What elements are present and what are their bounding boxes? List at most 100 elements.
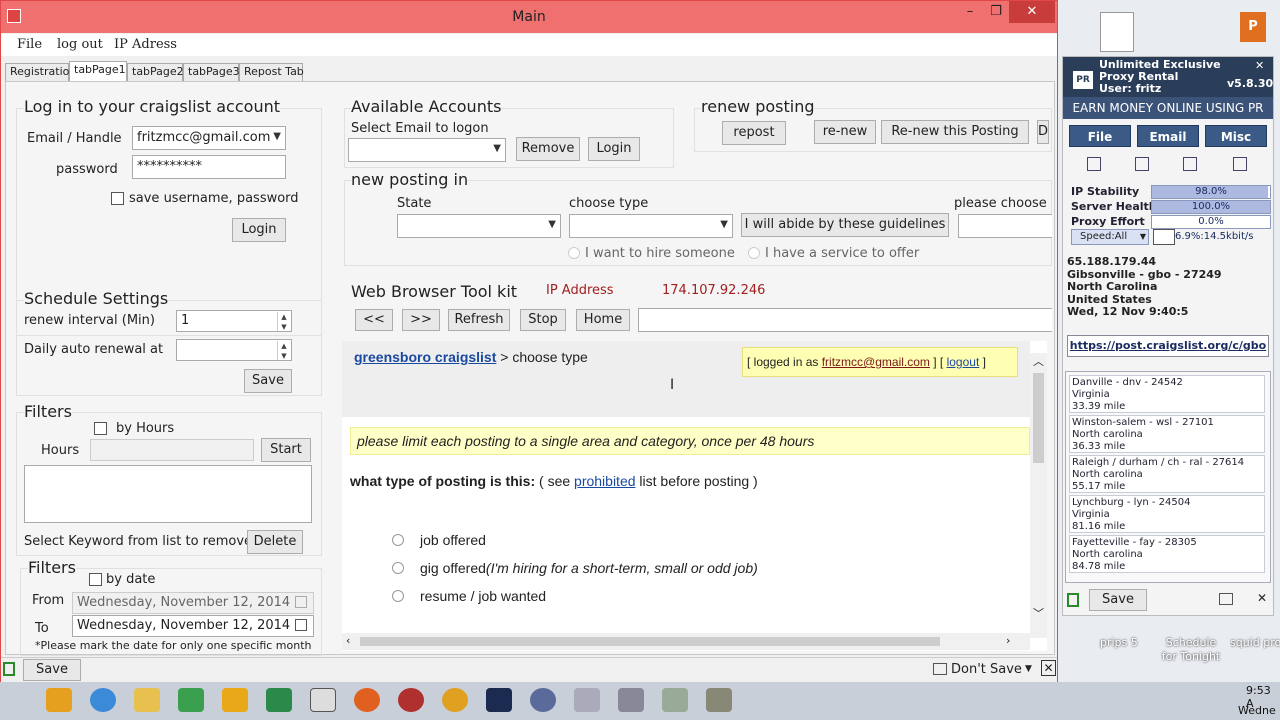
email-field[interactable]: fritzmcc@gmail.com ▼	[132, 126, 286, 150]
proxy-misc-button[interactable]: Misc	[1205, 125, 1267, 147]
option-radio-resume[interactable]	[392, 590, 404, 602]
address-bar[interactable]	[638, 308, 1052, 332]
proxy-banner[interactable]: EARN MONEY ONLINE USING PR	[1063, 97, 1273, 119]
proxy-dont-save-icon[interactable]	[1219, 593, 1233, 605]
app-window-icon[interactable]	[618, 688, 644, 712]
renew-this-posting-button[interactable]: Re-new this Posting	[881, 120, 1029, 144]
media-player-icon[interactable]	[46, 688, 72, 712]
google-drive-icon[interactable]	[178, 688, 204, 712]
chrome-icon[interactable]	[442, 688, 468, 712]
logout-link[interactable]: logout	[947, 355, 980, 369]
delete-button[interactable]: Delete	[247, 530, 303, 554]
password-field[interactable]: **********	[132, 155, 286, 179]
7zip-icon[interactable]	[310, 688, 336, 712]
option-radio-job-offered[interactable]	[392, 534, 404, 546]
interval-stepper[interactable]: 1 ▲ ▼	[176, 310, 292, 332]
vertical-scrollbar[interactable]: ︿ ﹀	[1030, 353, 1047, 638]
proxy-file-button[interactable]: File	[1069, 125, 1131, 147]
by-hours-checkbox[interactable]	[94, 422, 107, 435]
tab-registration[interactable]: Registration	[5, 63, 76, 81]
tab-tabpage2[interactable]: tabPage2	[127, 63, 184, 81]
horizontal-scrollbar[interactable]: ‹ ›	[342, 633, 1030, 650]
menu-file[interactable]: File	[17, 37, 42, 52]
site-link[interactable]: greensboro craigslist	[354, 349, 496, 365]
minimize-button[interactable]: –	[957, 1, 983, 23]
extra-renew-button[interactable]: D	[1037, 120, 1049, 144]
ip-tool-icon[interactable]	[1087, 157, 1101, 171]
photoshop-icon[interactable]	[486, 688, 512, 712]
proxy-close-icon[interactable]: ✕	[1255, 59, 1264, 72]
calendar-icon[interactable]	[295, 619, 307, 631]
proxy-email-button[interactable]: Email	[1137, 125, 1199, 147]
clock-day[interactable]: Wedne	[1238, 704, 1276, 717]
chevron-left-icon[interactable]: ‹	[346, 634, 350, 647]
proxy-close-icon[interactable]: ✕	[1257, 591, 1267, 605]
tab-tabpage1[interactable]: tabPage1	[69, 61, 127, 81]
account-select[interactable]: ▼	[348, 138, 506, 162]
spin-arrows-icon[interactable]: ▲ ▼	[277, 341, 290, 360]
tab-tabpage3[interactable]: tabPage3	[183, 63, 240, 81]
keyword-list[interactable]	[24, 465, 312, 523]
desktop-icon-label[interactable]: prips 5	[1100, 636, 1138, 649]
forward-button[interactable]: >>	[402, 309, 440, 331]
chevron-right-icon[interactable]: ›	[1006, 634, 1010, 647]
daily-renewal-time[interactable]: ▲ ▼	[176, 339, 292, 361]
desktop-icon-label[interactable]: squid pro	[1230, 636, 1280, 649]
close-button[interactable]: ✕	[1009, 1, 1055, 23]
windows-start-icon[interactable]	[6, 688, 32, 712]
state-select[interactable]: ▼	[397, 214, 561, 238]
city-item[interactable]: Danville - dnv - 24542 Virginia 33.39 mi…	[1069, 375, 1265, 413]
to-date-picker[interactable]: Wednesday, November 12, 2014	[72, 615, 314, 637]
scroll-thumb[interactable]	[1033, 373, 1044, 463]
excel-icon[interactable]	[266, 688, 292, 712]
browser-icon[interactable]	[530, 688, 556, 712]
service-radio[interactable]	[748, 247, 760, 259]
calendar-icon[interactable]	[295, 596, 307, 608]
option-radio-gig-offered[interactable]	[392, 562, 404, 574]
stop-button[interactable]: Stop	[520, 309, 566, 331]
hours-field[interactable]	[90, 439, 254, 461]
start-button[interactable]: Start	[261, 438, 311, 462]
status-save-button[interactable]: Save	[23, 659, 81, 681]
city-item[interactable]: Raleigh / durham / ch - ral - 27614 Nort…	[1069, 455, 1265, 493]
dont-save-label[interactable]: Don't Save	[951, 662, 1022, 677]
option-gig-offered[interactable]: gig offered(I'm hiring for a short-term,…	[420, 560, 758, 576]
app-window-icon[interactable]	[662, 688, 688, 712]
schedule-save-button[interactable]: Save	[244, 369, 292, 393]
remove-button[interactable]: Remove	[516, 137, 580, 161]
proxy-save-button[interactable]: Save	[1089, 589, 1147, 611]
type-select[interactable]: ▼	[569, 214, 733, 238]
ip-exit-icon[interactable]	[1233, 157, 1247, 171]
ip-email-icon[interactable]	[1135, 157, 1149, 171]
menu-ip-address[interactable]: IP Adress	[114, 37, 177, 52]
chevron-down-icon[interactable]: ▼	[1025, 664, 1032, 674]
desktop-icon-label[interactable]: Schedule for Tonight	[1158, 636, 1224, 664]
back-button[interactable]: <<	[355, 309, 393, 331]
accounts-login-button[interactable]: Login	[588, 137, 640, 161]
h-scroll-thumb[interactable]	[360, 637, 940, 646]
option-job-offered[interactable]: job offered	[420, 532, 486, 548]
restore-button[interactable]: ❐	[983, 1, 1009, 23]
chevron-down-icon[interactable]: ﹀	[1033, 605, 1044, 621]
tab-repost[interactable]: Repost Tab	[239, 63, 304, 81]
abide-guidelines-button[interactable]: I will abide by these guidelines	[741, 213, 949, 237]
repost-button[interactable]: repost	[722, 121, 786, 145]
close-icon[interactable]: ✕	[1041, 660, 1056, 676]
logged-user-link[interactable]: fritzmcc@gmail.com	[822, 355, 930, 369]
please-choose-field[interactable]	[958, 214, 1052, 238]
web-browser-view[interactable]: greensboro craigslist > choose type [ lo…	[342, 341, 1047, 651]
hire-radio[interactable]	[568, 247, 580, 259]
file-icon[interactable]	[1100, 12, 1134, 52]
save-credentials-checkbox[interactable]	[111, 192, 124, 205]
file-explorer-icon[interactable]	[134, 688, 160, 712]
option-resume[interactable]: resume / job wanted	[420, 588, 546, 604]
app-icon[interactable]	[398, 688, 424, 712]
spin-arrows-icon[interactable]: ▲ ▼	[277, 312, 290, 331]
menu-logout[interactable]: log out	[57, 37, 103, 52]
city-item[interactable]: Winston-salem - wsl - 27101 North caroli…	[1069, 415, 1265, 453]
ie-icon[interactable]	[90, 688, 116, 712]
ppt-icon[interactable]: P	[1240, 12, 1266, 42]
outlook-icon[interactable]	[222, 688, 248, 712]
app-window-icon[interactable]	[706, 688, 732, 712]
login-button[interactable]: Login	[232, 218, 286, 242]
